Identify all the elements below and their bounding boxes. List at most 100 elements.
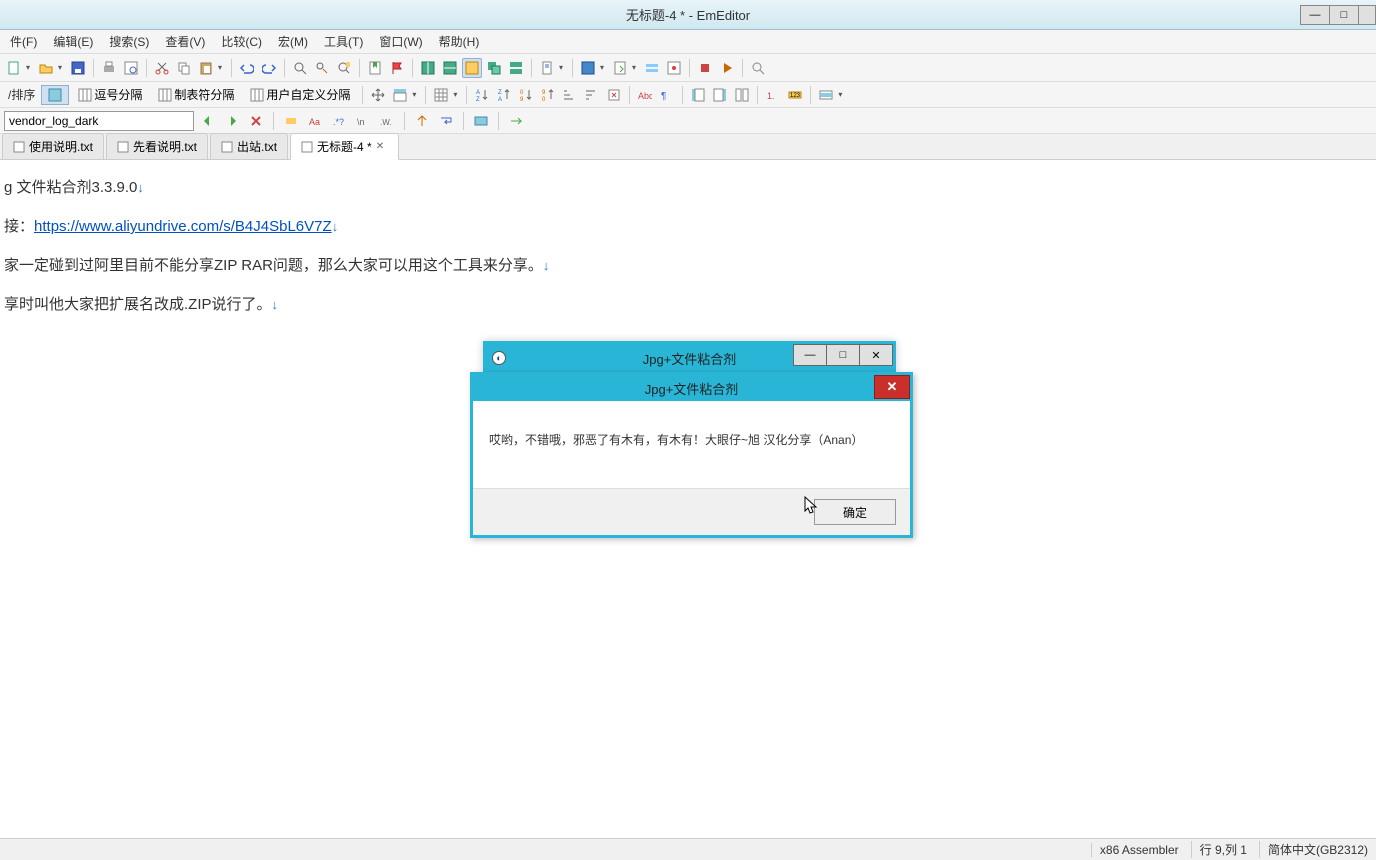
redo-icon[interactable] <box>259 58 279 78</box>
dropdown-icon[interactable]: ▾ <box>559 63 567 72</box>
maximize-button[interactable]: □ <box>1329 5 1359 25</box>
record-icon[interactable] <box>695 58 715 78</box>
sort-len-desc-icon[interactable] <box>582 85 602 105</box>
sort-len-asc-icon[interactable] <box>560 85 580 105</box>
dropdown-icon[interactable]: ▾ <box>58 63 66 72</box>
status-encoding: 简体中文(GB2312) <box>1259 841 1368 858</box>
menu-edit[interactable]: 编辑(E) <box>45 31 101 52</box>
move-icon[interactable] <box>368 85 388 105</box>
window-split-icon[interactable] <box>418 58 438 78</box>
col-right-icon[interactable] <box>710 85 730 105</box>
window-stack-icon[interactable] <box>506 58 526 78</box>
minimize-button[interactable]: — <box>1300 5 1330 25</box>
menu-compare[interactable]: 比较(C) <box>213 31 270 52</box>
menu-help[interactable]: 帮助(H) <box>431 31 488 52</box>
manage-icon[interactable] <box>664 58 684 78</box>
narrow-icon[interactable] <box>816 85 836 105</box>
print-icon[interactable] <box>99 58 119 78</box>
col-left-icon[interactable] <box>688 85 708 105</box>
find-combo[interactable] <box>4 111 194 131</box>
incr-icon[interactable] <box>412 111 432 131</box>
font-abc-icon[interactable]: Abc <box>635 85 655 105</box>
zoom-icon[interactable] <box>748 58 768 78</box>
open-icon[interactable] <box>36 58 56 78</box>
window-tile-icon[interactable] <box>440 58 460 78</box>
dialog-titlebar[interactable]: Jpg+文件粘合剂 ✕ <box>473 375 910 401</box>
close-button[interactable]: ✕ <box>859 344 893 366</box>
find-files-icon[interactable] <box>334 58 354 78</box>
wrap-icon[interactable] <box>436 111 456 131</box>
props-icon[interactable] <box>610 58 630 78</box>
menu-tools[interactable]: 工具(T) <box>316 31 371 52</box>
tab-close-icon[interactable]: ✕ <box>376 141 388 153</box>
document-tabs: 使用说明.txt 先看说明.txt 出站.txt 无标题-4 *✕ <box>0 134 1376 160</box>
tab-item-active[interactable]: 无标题-4 *✕ <box>290 133 399 160</box>
menu-macro[interactable]: 宏(M) <box>270 31 316 52</box>
sort-09-icon[interactable]: 09 <box>516 85 536 105</box>
find-next-icon[interactable] <box>222 111 242 131</box>
play-icon[interactable] <box>717 58 737 78</box>
csv-comma-button[interactable]: 逗号分隔 <box>71 83 149 106</box>
menu-file[interactable]: 件(F) <box>2 31 45 52</box>
dropdown-icon[interactable]: ▾ <box>26 63 34 72</box>
search-icon[interactable] <box>290 58 310 78</box>
print-preview-icon[interactable] <box>121 58 141 78</box>
dropdown-icon[interactable]: ▾ <box>218 63 226 72</box>
bookmark-icon[interactable] <box>365 58 385 78</box>
tab-item[interactable]: 使用说明.txt <box>2 133 104 159</box>
normal-mode-button[interactable] <box>41 85 69 105</box>
ok-button[interactable]: 确定 <box>814 499 896 525</box>
config-icon[interactable] <box>578 58 598 78</box>
replace-icon[interactable] <box>312 58 332 78</box>
sort-90-icon[interactable]: 90 <box>538 85 558 105</box>
advanced-icon[interactable] <box>506 111 526 131</box>
dropdown-icon[interactable]: ▾ <box>838 90 846 99</box>
escape-icon[interactable]: \n <box>353 111 373 131</box>
line-num-icon[interactable]: 1. <box>763 85 783 105</box>
menu-search[interactable]: 搜索(S) <box>101 31 157 52</box>
ruler-icon[interactable]: 123 <box>785 85 805 105</box>
menu-window[interactable]: 窗口(W) <box>371 31 430 52</box>
copy-icon[interactable] <box>174 58 194 78</box>
new-doc-icon[interactable] <box>4 58 24 78</box>
csv-user-button[interactable]: 用户自定义分隔 <box>243 83 357 106</box>
find-close-icon[interactable] <box>246 111 266 131</box>
dropdown-icon[interactable]: ▾ <box>453 90 461 99</box>
close-button[interactable] <box>1358 5 1376 25</box>
paste-icon[interactable] <box>196 58 216 78</box>
tab-item[interactable]: 出站.txt <box>210 133 288 159</box>
columns-icon[interactable] <box>431 85 451 105</box>
flag-icon[interactable] <box>387 58 407 78</box>
csv-tab-button[interactable]: 制表符分隔 <box>151 83 241 106</box>
maximize-button[interactable]: □ <box>826 344 860 366</box>
minimize-button[interactable]: — <box>793 344 827 366</box>
dropdown-icon[interactable]: ▾ <box>600 63 608 72</box>
case-icon[interactable]: Aa <box>305 111 325 131</box>
tab-item[interactable]: 先看说明.txt <box>106 133 208 159</box>
dropdown-icon[interactable]: ▾ <box>632 63 640 72</box>
sort-az-icon[interactable]: AZ <box>472 85 492 105</box>
doc-icon[interactable] <box>537 58 557 78</box>
editor-text: 家一定碰到过阿里目前不能分享ZIP RAR问题，那么大家可以用这个工具来分享。 <box>4 257 543 274</box>
regex-icon[interactable]: .*? <box>329 111 349 131</box>
dropdown-icon[interactable]: ▾ <box>412 90 420 99</box>
window-cascade-icon[interactable] <box>484 58 504 78</box>
cut-icon[interactable] <box>152 58 172 78</box>
sort-za-icon[interactable]: ZA <box>494 85 514 105</box>
undo-icon[interactable] <box>237 58 257 78</box>
word-icon[interactable]: .W. <box>377 111 397 131</box>
save-icon[interactable] <box>68 58 88 78</box>
settings-icon[interactable] <box>642 58 662 78</box>
delete-dup-icon[interactable] <box>604 85 624 105</box>
find-prev-icon[interactable] <box>198 111 218 131</box>
marks-icon[interactable]: ¶ <box>657 85 677 105</box>
dialog-titlebar[interactable]: ◐ Jpg+文件粘合剂 — □ ✕ <box>486 344 893 372</box>
heading-icon[interactable] <box>390 85 410 105</box>
editor-link[interactable]: https://www.aliyundrive.com/s/B4J4SbL6V7… <box>34 218 332 235</box>
count-icon[interactable] <box>471 111 491 131</box>
window-grid-icon[interactable] <box>462 58 482 78</box>
close-button[interactable]: ✕ <box>874 375 910 399</box>
menu-view[interactable]: 查看(V) <box>157 31 213 52</box>
highlight-icon[interactable] <box>281 111 301 131</box>
merge-icon[interactable] <box>732 85 752 105</box>
